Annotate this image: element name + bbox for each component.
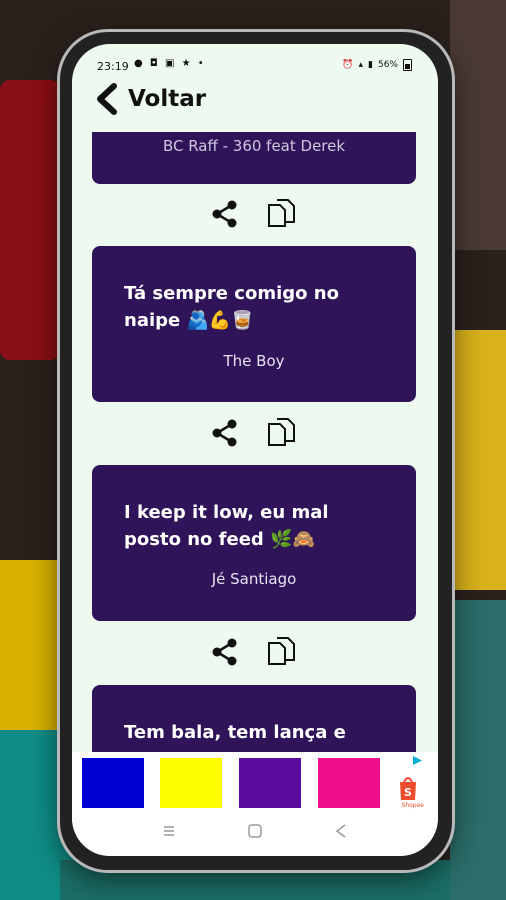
- ad-color-swatch[interactable]: [160, 758, 222, 808]
- quote-text: Tem bala, tem lança e tem: [124, 722, 346, 752]
- ad-banner[interactable]: S Shopee: [72, 752, 438, 810]
- quote-text: I keep it low, eu mal posto no feed 🌿🙈: [124, 502, 329, 550]
- quote-author: Jé Santiago: [211, 570, 297, 588]
- quote-actions: [72, 637, 438, 669]
- ad-brand-label: Shopee: [401, 802, 424, 809]
- home-icon[interactable]: [246, 822, 264, 840]
- battery-level: 56%: [377, 60, 398, 70]
- quote-actions: [72, 418, 438, 450]
- copy-icon[interactable]: [265, 417, 299, 449]
- share-icon[interactable]: [210, 637, 240, 667]
- notification-icons: ● ◘ ▣ ★ •: [134, 58, 206, 69]
- chevron-left-icon[interactable]: [94, 83, 122, 115]
- copy-icon[interactable]: [265, 198, 299, 230]
- shopee-logo-icon: S: [400, 777, 416, 800]
- app-bar[interactable]: Voltar: [94, 82, 206, 116]
- quote-author: The Boy: [223, 352, 285, 370]
- quote-card: BC Raff - 360 feat Derek: [92, 132, 416, 184]
- svg-text:S: S: [404, 786, 412, 799]
- quote-actions: [72, 199, 438, 231]
- ad-color-swatch[interactable]: [82, 758, 144, 808]
- ad-color-swatch[interactable]: [318, 758, 380, 808]
- alarm-icon: ⏰: [342, 60, 354, 70]
- quote-text: Tá sempre comigo no naipe 🫂💪🥃: [124, 283, 339, 331]
- ad-info-icon[interactable]: [411, 754, 424, 767]
- back-nav-icon[interactable]: [332, 822, 350, 840]
- quote-card: Tem bala, tem lança e tem: [92, 685, 416, 752]
- back-label[interactable]: Voltar: [128, 86, 206, 112]
- recents-icon[interactable]: [160, 822, 178, 840]
- status-right: ⏰ ▴ ▮ 56%: [342, 59, 412, 71]
- quote-text: BC Raff - 360 feat Derek: [162, 137, 346, 155]
- status-time: 23:19: [97, 60, 129, 73]
- signal-icon: ▮: [368, 60, 373, 70]
- app-screen: 23:19 ● ◘ ▣ ★ • ⏰ ▴ ▮ 56% Voltar BC Raff…: [72, 44, 438, 856]
- share-icon[interactable]: [210, 418, 240, 448]
- wifi-icon: ▴: [358, 60, 364, 70]
- quote-card: I keep it low, eu mal posto no feed 🌿🙈 J…: [92, 465, 416, 621]
- share-icon[interactable]: [210, 199, 240, 229]
- system-nav-bar: [72, 810, 438, 856]
- ad-color-swatch[interactable]: [239, 758, 301, 808]
- quotes-list[interactable]: BC Raff - 360 feat Derek Tá sempre comig…: [72, 132, 438, 752]
- battery-icon: [403, 59, 412, 71]
- copy-icon[interactable]: [265, 636, 299, 668]
- quote-card: Tá sempre comigo no naipe 🫂💪🥃 The Boy: [92, 246, 416, 402]
